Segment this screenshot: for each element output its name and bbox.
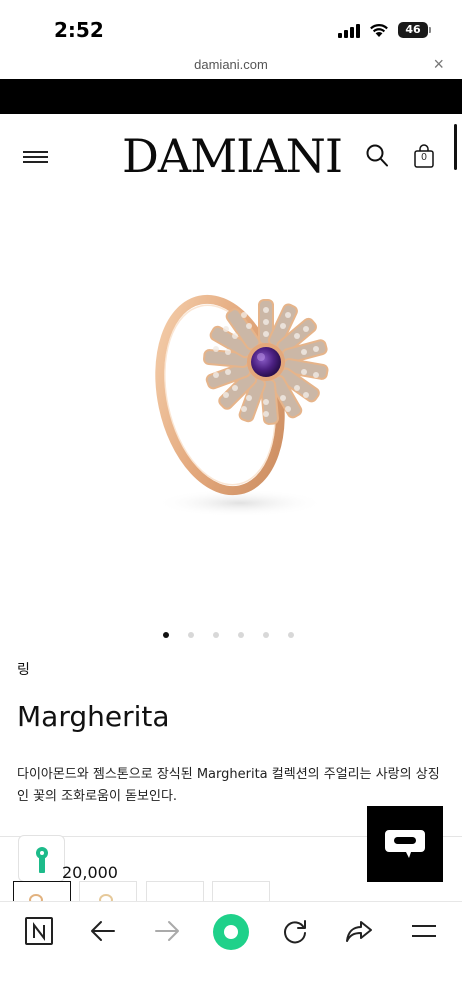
pager-dot[interactable] [188,632,194,638]
variant-thumbnail[interactable] [146,881,204,903]
back-icon[interactable] [88,916,118,946]
promo-banner [0,79,462,114]
status-bar: 2:52 46 [0,0,462,54]
browser-toolbar [0,901,462,1000]
menu-icon[interactable] [23,151,48,163]
reload-icon[interactable] [280,916,310,946]
variant-thumbnail[interactable] [13,881,71,903]
pager-dot[interactable] [288,632,294,638]
site-header: DAMIANI 0 [0,114,462,198]
pager-dot[interactable] [263,632,269,638]
chat-icon [385,830,425,858]
status-time: 2:52 [54,18,104,42]
gallery-pager[interactable] [160,632,300,642]
url-bar[interactable]: damiani.com × [0,54,462,78]
wifi-icon [370,23,388,37]
variant-thumbnail[interactable] [212,881,270,903]
secure-badge[interactable] [18,835,65,882]
product-price: 20,000 [62,863,118,882]
variant-thumbnail[interactable] [79,881,137,903]
cellular-signal-icon [338,24,362,38]
close-icon[interactable]: × [433,54,444,74]
n-icon[interactable] [24,916,54,946]
product-title: Margherita [17,700,170,733]
pager-dot[interactable] [213,632,219,638]
brand-logo[interactable]: DAMIANI [118,128,346,184]
chat-button[interactable] [367,806,443,882]
pager-dot[interactable] [238,632,244,638]
cart-count: 0 [421,152,427,163]
battery-icon: 46 [398,22,428,38]
home-icon[interactable] [212,913,250,951]
battery-tip [429,27,431,33]
bag-icon[interactable]: 0 [413,144,435,169]
product-image-ring[interactable] [130,255,350,530]
variant-thumbnails [13,881,275,903]
share-icon[interactable] [344,916,374,946]
forward-icon[interactable] [152,916,182,946]
browser-menu-icon[interactable] [409,916,439,946]
pager-dot[interactable] [163,632,169,638]
scrollbar[interactable] [454,124,457,170]
lock-icon [36,847,48,873]
product-description: 다이아몬드와 젬스톤으로 장식된 Margherita 컬렉션의 주얼리는 사랑… [17,767,440,804]
url-text[interactable]: damiani.com [0,57,462,72]
search-icon[interactable] [366,144,388,168]
product-category: 링 [17,662,30,678]
